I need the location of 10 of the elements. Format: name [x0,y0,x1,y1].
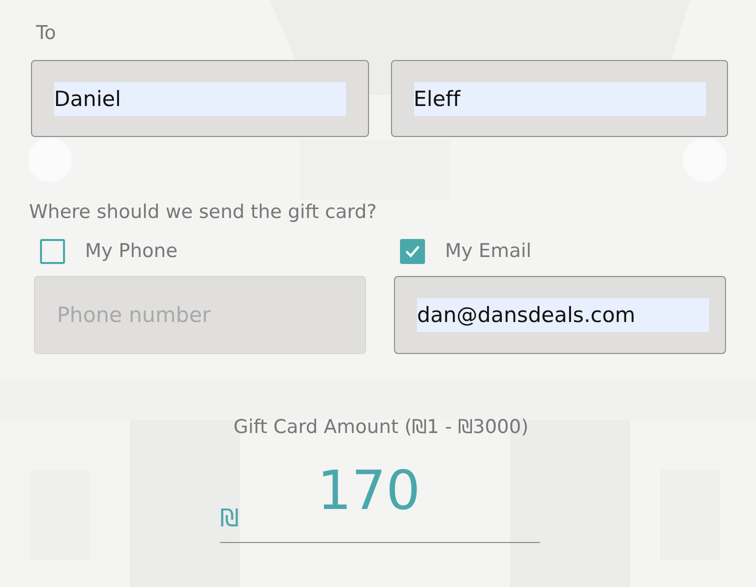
field-label: To [36,22,58,46]
name-field[interactable]: Eleff [390,60,728,137]
checkbox[interactable] [400,238,425,264]
question-text: Where should we send the gift card? [29,201,378,223]
email-field[interactable]: dan@dansdeals.com [394,276,726,354]
checkbox-label: My Phone [85,240,178,262]
currency-symbol: ₪ [220,506,239,530]
amount-label: Gift Card Amount (₪1 - ₪3000) [232,416,530,438]
checkbox-label: My Email [445,240,532,262]
name-field[interactable]: Daniel [31,60,368,137]
